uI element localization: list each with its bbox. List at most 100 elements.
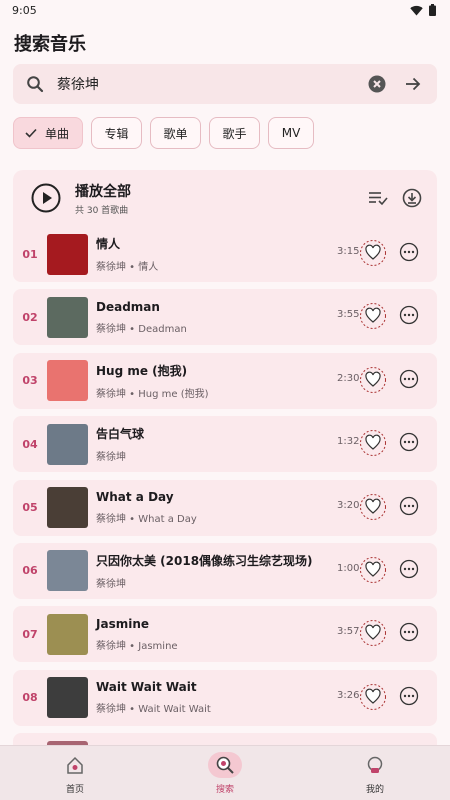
song-album: What a Day [138, 514, 197, 526]
filter-chip-label: 专辑 [104, 126, 129, 141]
separator-dot: • [126, 388, 139, 400]
song-duration: 3:26 [337, 689, 360, 701]
song-album: Jasmine [138, 640, 178, 652]
nav-label: 首页 [65, 784, 84, 795]
like-button[interactable] [358, 682, 388, 712]
multi-select-button[interactable] [361, 181, 395, 215]
song-duration: 1:00 [337, 562, 360, 574]
song-album: Hug me (抱我) [138, 388, 209, 400]
song-index: 07 [22, 627, 38, 641]
song-count: 共 30 首歌曲 [75, 205, 129, 216]
clear-icon [368, 75, 386, 93]
battery-icon [429, 4, 436, 16]
filter-chip-label: MV [281, 126, 301, 140]
song-album: Wait Wait Wait [138, 704, 211, 716]
more-options-button[interactable] [399, 496, 419, 516]
song-row[interactable]: 01 情人 蔡徐坤 • 情人 3:15 [13, 226, 437, 282]
nav-item-profile[interactable]: 我的 [300, 746, 450, 800]
download-icon [402, 188, 422, 208]
play-all-button[interactable] [31, 183, 61, 213]
more-options-button[interactable] [399, 305, 419, 325]
filter-chip-songs[interactable]: 单曲 [13, 117, 83, 149]
album-cover [47, 360, 88, 402]
song-row[interactable]: 08 Wait Wait Wait 蔡徐坤 • Wait Wait Wait 3… [13, 669, 437, 726]
nav-item-home[interactable]: 首页 [0, 746, 150, 800]
filter-chip-albums[interactable]: 专辑 [91, 117, 142, 149]
song-album: Deadman [138, 323, 187, 335]
album-cover [47, 423, 88, 465]
like-button[interactable] [358, 492, 388, 522]
song-row[interactable]: 04 告白气球 蔡徐坤 1:32 [13, 416, 437, 473]
like-button[interactable] [358, 428, 388, 458]
like-button[interactable] [358, 618, 388, 648]
song-index: 05 [22, 501, 38, 515]
more-options-button[interactable] [399, 622, 419, 642]
song-row[interactable]: 05 What a Day 蔡徐坤 • What a Day 3:20 [13, 479, 437, 536]
page-title: 搜索音乐 [14, 34, 86, 55]
more-options-button[interactable] [399, 432, 419, 452]
song-duration: 1:32 [337, 436, 360, 448]
song-artist: 蔡徐坤 [96, 323, 126, 335]
search-icon [208, 751, 242, 778]
song-row[interactable]: 02 Deadman 蔡徐坤 • Deadman 3:55 [13, 289, 437, 346]
song-index: 01 [22, 247, 38, 261]
filter-chip-label: 歌单 [163, 126, 188, 141]
song-duration: 3:20 [337, 499, 360, 511]
nav-label: 搜索 [215, 784, 234, 795]
separator-dot: • [126, 640, 139, 652]
song-duration: 3:15 [337, 246, 360, 257]
search-icon [25, 74, 45, 94]
arrow-right-icon [406, 77, 421, 91]
song-row[interactable] [13, 733, 437, 745]
song-list: 播放全部 共 30 首歌曲 01 情人 蔡徐坤 • 情人 3:15 02 Dea… [13, 170, 437, 745]
filter-chip-artists[interactable]: 歌手 [209, 117, 260, 149]
more-options-button[interactable] [399, 242, 419, 262]
song-artist: 蔡徐坤 [96, 640, 126, 652]
nav-label: 我的 [365, 784, 384, 795]
search-input[interactable] [57, 76, 355, 92]
more-options-button[interactable] [399, 559, 419, 579]
filter-chip-label: 歌手 [222, 126, 247, 141]
like-button[interactable] [358, 301, 388, 331]
profile-icon [358, 752, 392, 778]
album-cover [47, 613, 88, 655]
song-artist: 蔡徐坤 [96, 578, 126, 590]
more-options-button[interactable] [399, 686, 419, 706]
status-time: 9:05 [12, 3, 37, 17]
clear-search-button[interactable] [363, 70, 391, 98]
song-artist: 蔡徐坤 [96, 452, 126, 464]
song-index: 04 [22, 437, 38, 451]
play-all-header: 播放全部 共 30 首歌曲 [13, 170, 437, 226]
filter-chips: 单曲 专辑 歌单 歌手 MV [13, 117, 314, 149]
song-index: 02 [22, 310, 38, 324]
like-button[interactable] [358, 365, 388, 395]
like-button[interactable] [358, 238, 388, 268]
song-index: 08 [22, 691, 38, 705]
song-row[interactable]: 06 只因你太美 (2018偶像练习生综艺现场) 蔡徐坤 1:00 [13, 542, 437, 599]
song-duration: 3:57 [337, 626, 360, 638]
song-index: 06 [22, 564, 38, 578]
nav-item-search[interactable]: 搜索 [150, 746, 300, 800]
filter-chip-mv[interactable]: MV [268, 117, 314, 149]
filter-chip-label: 单曲 [44, 126, 69, 141]
filter-chip-playlists[interactable]: 歌单 [150, 117, 201, 149]
bottom-navigation: 首页 搜索 我的 [0, 745, 450, 800]
home-icon [58, 752, 92, 778]
album-cover [47, 487, 88, 529]
like-button[interactable] [358, 555, 388, 585]
song-artist: 蔡徐坤 [96, 388, 126, 400]
album-cover [47, 233, 88, 275]
song-row[interactable]: 03 Hug me (抱我) 蔡徐坤 • Hug me (抱我) 2:30 [13, 352, 437, 409]
song-artist: 蔡徐坤 [96, 704, 126, 716]
song-artist: 蔡徐坤 [96, 514, 126, 526]
playlist-check-icon [369, 192, 388, 206]
download-all-button[interactable] [395, 181, 429, 215]
status-icons [410, 4, 436, 16]
status-bar: 9:05 [0, 0, 450, 20]
more-options-button[interactable] [399, 369, 419, 389]
song-duration: 3:55 [337, 309, 360, 321]
check-icon [25, 128, 37, 138]
song-row[interactable]: 07 Jasmine 蔡徐坤 • Jasmine 3:57 [13, 606, 437, 663]
album-cover [47, 550, 88, 592]
submit-search-button[interactable] [399, 70, 427, 98]
